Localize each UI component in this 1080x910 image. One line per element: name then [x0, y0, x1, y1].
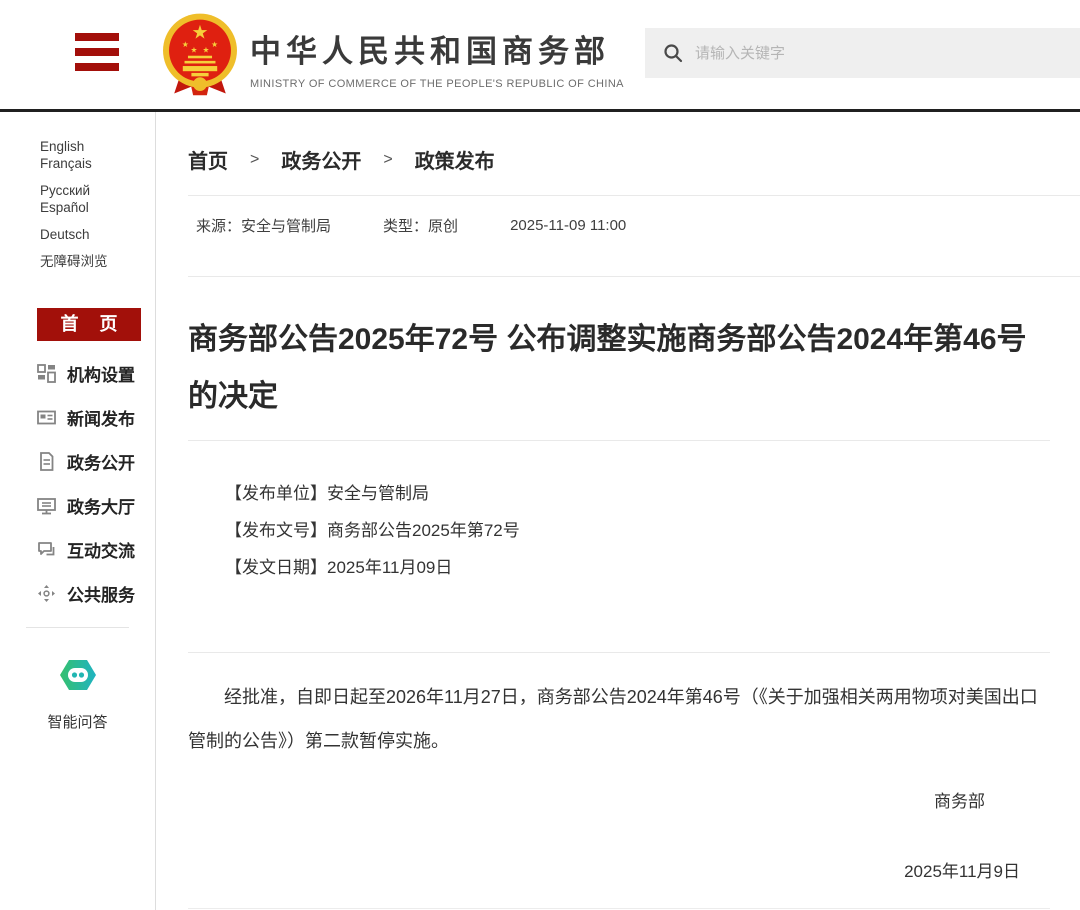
sidebar-item-public-service[interactable]: 公共服务	[37, 571, 155, 615]
sidebar: English Français Русский Español Deutsch…	[0, 112, 156, 910]
info-issue-date: 【发文日期】2025年11月09日	[225, 558, 453, 577]
sidebar-item-news[interactable]: 新闻发布	[37, 395, 155, 439]
svg-text:★: ★	[182, 40, 189, 49]
article-sign-date: 2025年11月9日	[904, 862, 1020, 881]
sidebar-item-label: 新闻发布	[67, 409, 135, 429]
article-info-block: 【发布单位】安全与管制局 【发布文号】商务部公告2025年第72号 【发文日期】…	[225, 475, 1050, 586]
article-body: 经批准，自即日起至2026年11月27日，商务部公告2024年第46号（《关于加…	[188, 687, 1038, 751]
svg-text:★: ★	[191, 45, 198, 54]
smart-qa-entry[interactable]: 智能问答	[26, 627, 129, 732]
site-title: 中华人民共和国商务部	[250, 34, 610, 69]
breadcrumb-separator: >	[250, 150, 260, 168]
chat-icon	[38, 541, 55, 555]
sidebar-item-interaction[interactable]: 互动交流	[37, 527, 155, 571]
national-emblem-logo: ★ ★ ★ ★ ★	[163, 13, 237, 96]
document-icon	[40, 451, 54, 471]
sidebar-item-label: 公共服务	[67, 585, 135, 605]
lang-russian[interactable]: Русский	[40, 183, 90, 198]
public-service-icon	[38, 584, 55, 602]
article-title: 商务部公告2025年72号 公布调整实施商务部公告2024年第46号的决定	[188, 323, 1027, 413]
sidebar-menu: 机构设置 新闻发布 政务公开 政务大厅 互动交流 公共服务	[37, 351, 155, 615]
search-box[interactable]	[645, 28, 1080, 78]
accessibility-link[interactable]: 无障碍浏览	[40, 254, 108, 269]
site-header: ★ ★ ★ ★ ★ 中华人民共和国商务部 MINISTRY OF COMMERC…	[0, 0, 1080, 109]
divider	[188, 652, 1050, 653]
sidebar-item-service-hall[interactable]: 政务大厅	[37, 483, 155, 527]
divider	[188, 440, 1050, 441]
search-input[interactable]	[695, 44, 1025, 62]
lang-francais[interactable]: Français	[40, 156, 92, 171]
meta-source-value: 安全与管制局	[241, 218, 332, 235]
smart-qa-label: 智能问答	[47, 714, 108, 731]
service-hall-icon	[37, 497, 56, 514]
meta-datetime: 2025-11-09 11:00	[510, 217, 627, 234]
sidebar-item-gov-disclosure[interactable]: 政务公开	[37, 439, 155, 483]
sidebar-item-home[interactable]: 首 页	[37, 308, 141, 341]
smart-qa-robot-icon	[59, 660, 96, 690]
meta-type-label: 类型：	[383, 218, 429, 235]
sidebar-item-label: 互动交流	[67, 541, 135, 561]
article-meta: 来源： 安全与管制局 类型： 原创 2025-11-09 11:00	[188, 196, 1050, 255]
main-content: 首页 > 政务公开 > 政策发布 来源： 安全与管制局 类型： 原创 2025-…	[157, 112, 1080, 910]
lang-english[interactable]: English	[40, 139, 84, 154]
breadcrumb-separator: >	[383, 150, 393, 168]
lang-espanol[interactable]: Español	[40, 200, 89, 215]
hamburger-menu-icon[interactable]	[75, 33, 119, 72]
svg-text:★: ★	[192, 23, 209, 44]
sidebar-item-organization[interactable]: 机构设置	[37, 351, 155, 395]
search-icon	[664, 44, 683, 63]
news-icon	[37, 410, 56, 424]
article-signer: 商务部	[934, 792, 985, 811]
sidebar-item-label: 政务大厅	[67, 497, 135, 517]
breadcrumb-home[interactable]: 首页	[188, 145, 228, 174]
divider	[188, 908, 1050, 909]
breadcrumb: 首页 > 政务公开 > 政策发布	[188, 145, 1050, 174]
svg-text:★: ★	[211, 40, 218, 49]
sidebar-item-label: 政务公开	[67, 453, 135, 473]
meta-type-value: 原创	[428, 218, 459, 235]
breadcrumb-policy-release[interactable]: 政策发布	[415, 145, 495, 174]
info-document-number: 【发布文号】商务部公告2025年第72号	[225, 521, 520, 540]
language-switcher: English Français Русский Español Deutsch…	[40, 138, 150, 270]
sidebar-item-label: 机构设置	[67, 365, 135, 385]
svg-text:★: ★	[203, 45, 210, 54]
org-grid-icon	[37, 363, 56, 383]
divider	[188, 276, 1080, 277]
lang-deutsch[interactable]: Deutsch	[40, 227, 90, 242]
meta-source-label: 来源：	[196, 218, 242, 235]
site-title-block: 中华人民共和国商务部 MINISTRY OF COMMERCE OF THE P…	[250, 26, 624, 90]
breadcrumb-gov-disclosure[interactable]: 政务公开	[281, 145, 361, 174]
info-publish-unit: 【发布单位】安全与管制局	[225, 484, 429, 503]
site-subtitle: MINISTRY OF COMMERCE OF THE PEOPLE'S REP…	[250, 78, 624, 90]
